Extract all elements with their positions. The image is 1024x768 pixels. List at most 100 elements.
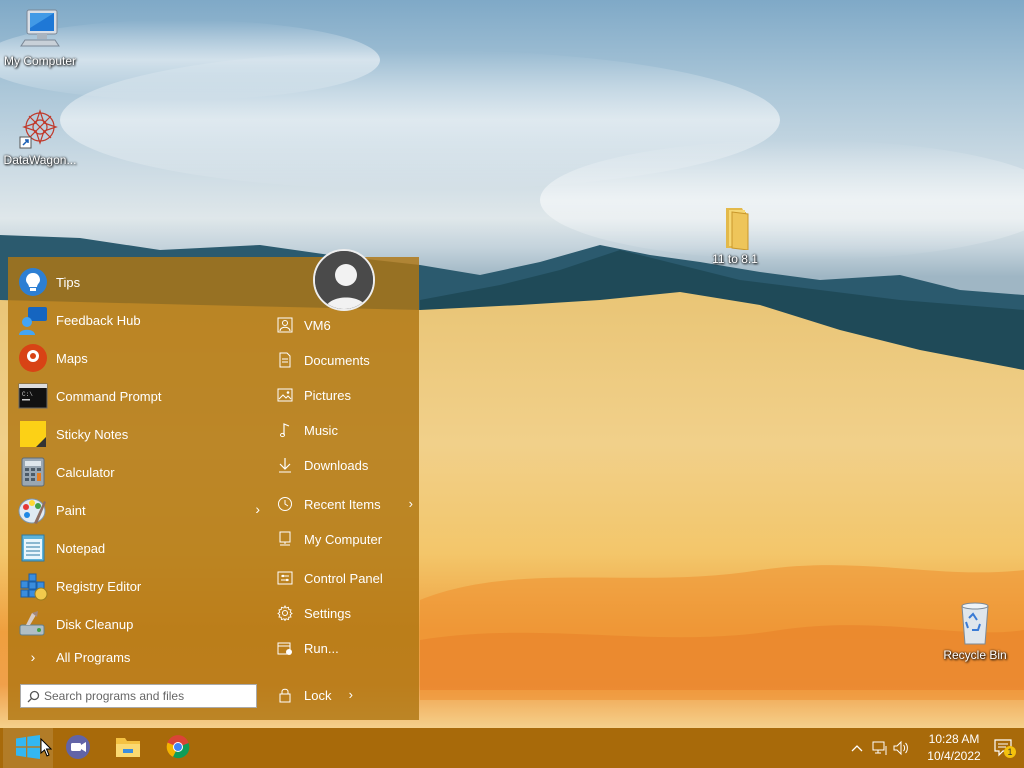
volume-icon[interactable] (893, 738, 911, 758)
taskbar-file-explorer[interactable] (104, 728, 152, 768)
user-avatar[interactable] (313, 249, 375, 311)
desktop-icon-my-computer[interactable]: My Computer (0, 6, 80, 68)
datawagon-shortcut-icon (17, 105, 63, 151)
gear-icon (276, 604, 294, 622)
start-link-label: My Computer (304, 531, 383, 547)
documents-icon (276, 351, 294, 369)
desktop-icon-label: Recycle Bin (943, 648, 1007, 662)
start-item-sticky-notes[interactable]: Sticky Notes (16, 416, 264, 452)
chevron-right-icon: › (30, 649, 36, 665)
pictures-icon (276, 386, 294, 404)
monitor-icon (17, 6, 63, 52)
chevron-right-icon: › (408, 496, 413, 511)
chrome-icon (166, 734, 190, 762)
clock-time: 10:28 AM (928, 732, 980, 746)
start-button[interactable] (3, 728, 53, 768)
feedback-hub-icon (18, 305, 48, 335)
maps-icon (18, 343, 48, 373)
start-item-tips[interactable]: Tips (16, 264, 264, 300)
search-box[interactable] (20, 684, 257, 708)
search-icon (27, 690, 40, 703)
clock-date: 10/4/2022 (927, 749, 981, 763)
windows-logo-icon (15, 734, 41, 762)
start-link-run[interactable]: Run... (273, 633, 413, 663)
start-item-calculator[interactable]: Calculator (16, 454, 264, 490)
taskbar-chrome[interactable] (154, 728, 202, 768)
folder-icon (712, 204, 758, 251)
start-link-my-computer[interactable]: My Computer (273, 524, 413, 554)
start-item-label: Calculator (56, 464, 115, 480)
control-panel-icon (276, 569, 294, 587)
start-item-label: Command Prompt (56, 388, 162, 404)
start-link-label: Pictures (304, 387, 351, 403)
search-input[interactable] (44, 686, 244, 706)
start-item-label: Feedback Hub (56, 312, 141, 328)
video-camera-icon (65, 734, 91, 763)
start-link-label: Run... (304, 640, 339, 656)
lock-button[interactable]: Lock › (273, 680, 353, 710)
computer-icon (276, 530, 294, 548)
taskbar: 10:28 AM 10/4/2022 1 (0, 728, 1024, 768)
chevron-right-icon[interactable]: › (349, 687, 353, 702)
start-link-music[interactable]: Music (273, 415, 413, 445)
start-item-label: Notepad (56, 540, 106, 556)
start-item-label: Registry Editor (56, 578, 142, 594)
start-link-settings[interactable]: Settings (273, 598, 413, 628)
start-item-registry-editor[interactable]: Registry Editor (16, 568, 264, 604)
notification-center-icon[interactable]: 1 (992, 738, 1016, 758)
network-icon[interactable] (871, 738, 889, 758)
disk-cleanup-icon (18, 609, 48, 639)
start-link-downloads[interactable]: Downloads (273, 450, 413, 480)
all-programs-button[interactable]: › All Programs (16, 642, 264, 672)
start-item-label: Paint (56, 502, 86, 518)
start-link-label: Music (304, 422, 338, 438)
calculator-icon (18, 457, 48, 487)
run-icon (276, 639, 294, 657)
start-link-label: Documents (304, 352, 370, 368)
svg-text:C:\: C:\ (22, 391, 33, 398)
start-link-label: Downloads (304, 457, 369, 473)
start-link-documents[interactable]: Documents (273, 345, 413, 375)
lock-label: Lock (304, 687, 332, 703)
desktop-icon-label: 11 to 8.1 (712, 252, 758, 266)
chevron-right-icon[interactable]: › (255, 501, 260, 517)
start-item-paint[interactable]: Paint › (16, 492, 264, 528)
notepad-icon (18, 533, 48, 563)
system-tray: 10:28 AM 10/4/2022 1 (844, 728, 1024, 768)
start-link-pictures[interactable]: Pictures (273, 380, 413, 410)
registry-editor-icon (18, 571, 48, 601)
desktop-icon-datawagon[interactable]: DataWagon... (0, 105, 80, 167)
start-item-label: Disk Cleanup (56, 616, 134, 632)
lock-icon (276, 686, 294, 704)
start-link-label: Recent Items (304, 496, 381, 512)
start-link-label: Settings (304, 605, 351, 621)
desktop-icon-recycle-bin[interactable]: Recycle Bin (935, 600, 1015, 662)
notification-badge: 1 (1004, 746, 1016, 758)
all-programs-label: All Programs (56, 649, 131, 665)
start-link-vm6[interactable]: VM6 (273, 310, 413, 340)
start-link-control-panel[interactable]: Control Panel (273, 563, 413, 593)
user-folder-icon (276, 316, 294, 334)
start-item-maps[interactable]: Maps (16, 340, 264, 376)
desktop-icon-label: My Computer (3, 54, 77, 68)
music-icon (276, 421, 294, 439)
taskbar-video-call-app[interactable] (54, 728, 102, 768)
paint-icon (18, 495, 48, 525)
start-item-feedback-hub[interactable]: Feedback Hub (16, 302, 264, 338)
downloads-icon (276, 456, 294, 474)
start-link-recent-items[interactable]: Recent Items › (273, 489, 413, 519)
start-item-disk-cleanup[interactable]: Disk Cleanup (16, 606, 264, 642)
clock-icon (276, 495, 294, 513)
start-item-notepad[interactable]: Notepad (16, 530, 264, 566)
start-menu: Tips Feedback Hub Maps C:\ Command Promp… (8, 249, 419, 720)
chevron-up-icon[interactable] (849, 738, 865, 758)
start-link-label: VM6 (304, 317, 331, 333)
desktop-icon-folder[interactable]: 11 to 8.1 (695, 204, 775, 266)
mouse-cursor-icon (40, 737, 53, 760)
start-item-command-prompt[interactable]: C:\ Command Prompt (16, 378, 264, 414)
start-item-label: Sticky Notes (56, 426, 129, 442)
command-prompt-icon: C:\ (18, 381, 48, 411)
file-explorer-icon (115, 735, 141, 762)
clock[interactable]: 10:28 AM 10/4/2022 (926, 731, 982, 765)
start-link-label: Control Panel (304, 570, 383, 586)
